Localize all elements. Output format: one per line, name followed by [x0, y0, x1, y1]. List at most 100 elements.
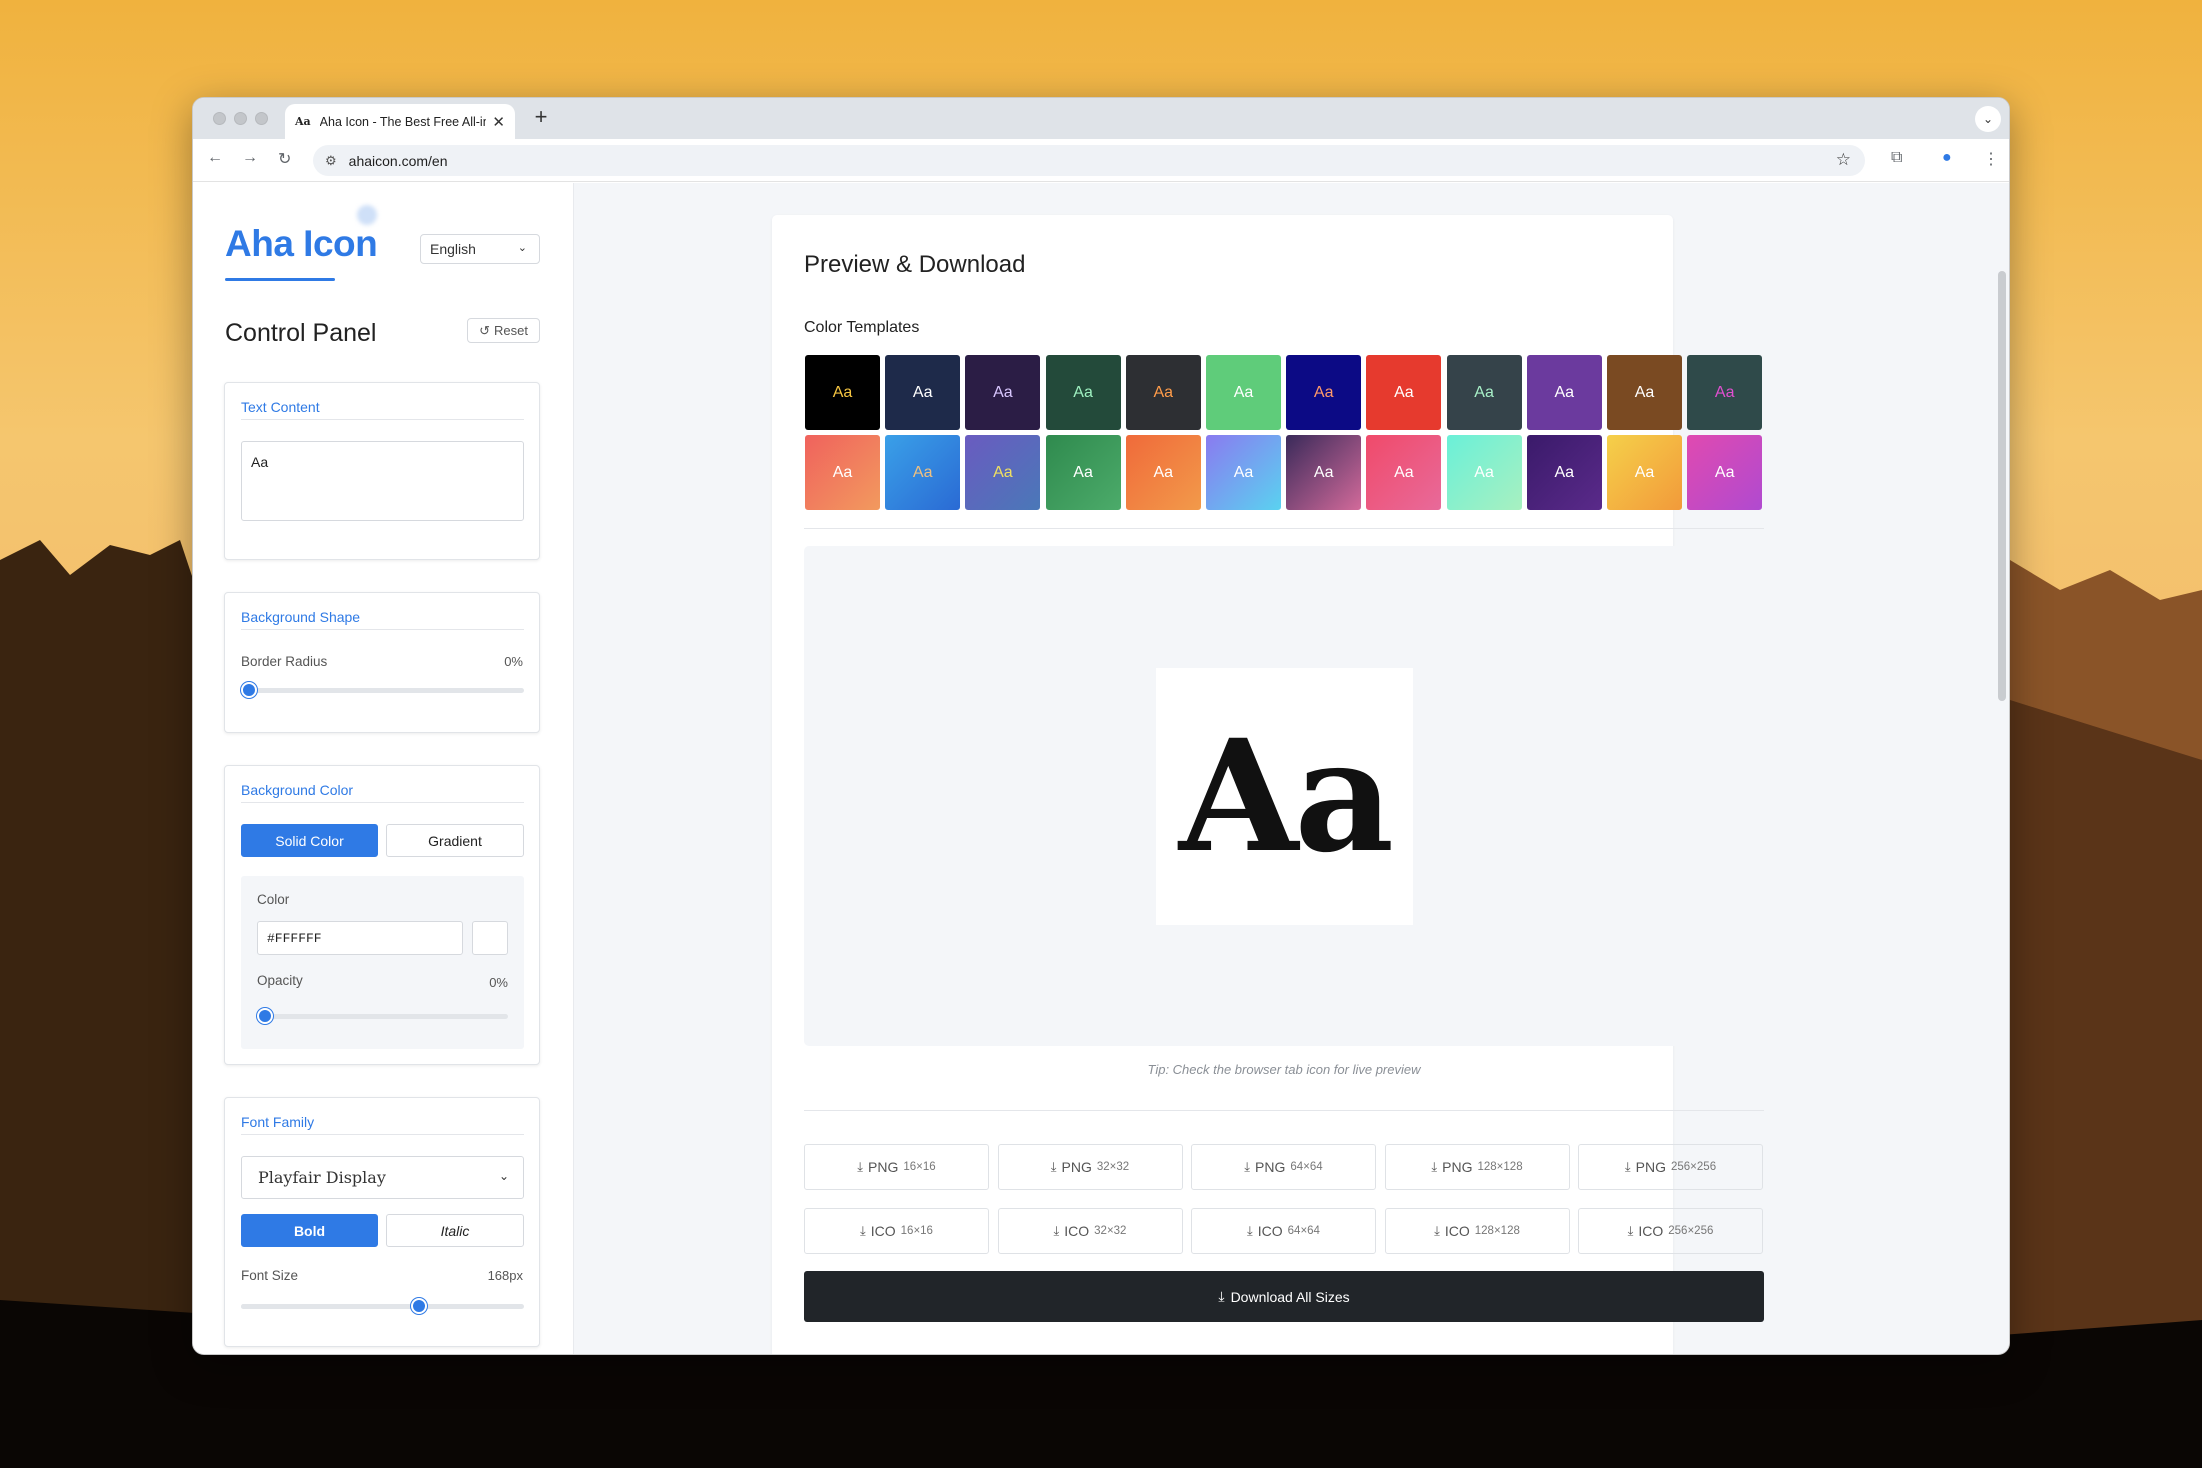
- color-template-tile[interactable]: Aa: [1366, 435, 1442, 510]
- format-label: ICO: [870, 1223, 896, 1239]
- size-label: 64×64: [1287, 1225, 1320, 1237]
- color-template-tile[interactable]: Aa: [1446, 435, 1522, 510]
- download-icon: ⤓: [857, 1159, 864, 1174]
- opacity-value: 0%: [489, 975, 508, 990]
- text-content-card: Text Content Aa: [224, 382, 540, 560]
- download-icon: ⤓: [1627, 1223, 1634, 1238]
- logo-decoration: [357, 205, 377, 225]
- back-arrow-icon[interactable]: ←: [207, 149, 223, 167]
- text-content-input[interactable]: Aa: [241, 441, 524, 521]
- reset-button[interactable]: ↺ Reset: [467, 318, 540, 343]
- color-template-tile[interactable]: Aa: [1526, 355, 1602, 430]
- ico-download-button[interactable]: ⤓ ICO 16×16: [804, 1208, 989, 1254]
- size-label: 64×64: [1290, 1161, 1323, 1173]
- window-controls: [213, 112, 268, 125]
- tab-search-chevron-icon[interactable]: ⌄: [1975, 106, 2001, 132]
- more-menu-icon[interactable]: ⋮: [1983, 149, 1999, 169]
- color-template-tile[interactable]: Aa: [1607, 355, 1682, 430]
- color-template-tile[interactable]: Aa: [1687, 355, 1763, 430]
- size-label: 32×32: [1096, 1161, 1130, 1173]
- ico-download-button[interactable]: ⤓ ICO 32×32: [997, 1208, 1183, 1254]
- png-download-button[interactable]: ⤓ PNG 128×128: [1384, 1144, 1570, 1190]
- color-swatch[interactable]: [472, 921, 508, 955]
- png-download-button[interactable]: ⤓ PNG 256×256: [1578, 1144, 1763, 1190]
- font-family-select[interactable]: Playfair Display ⌄: [241, 1156, 524, 1199]
- download-icon: ⤓: [1050, 1159, 1057, 1174]
- size-label: 128×128: [1474, 1225, 1520, 1237]
- gradient-button[interactable]: Gradient: [386, 824, 524, 857]
- font-size-slider[interactable]: [241, 1298, 524, 1314]
- color-template-tile[interactable]: Aa: [885, 355, 961, 430]
- site-info-icon[interactable]: ⚙: [325, 153, 337, 169]
- bookmark-star-icon[interactable]: ☆: [1836, 150, 1851, 170]
- download-icon: ⤓: [1431, 1159, 1438, 1174]
- ico-download-button[interactable]: ⤓ ICO 64×64: [1191, 1208, 1376, 1254]
- italic-button[interactable]: Italic: [386, 1214, 524, 1247]
- size-label: 128×128: [1477, 1161, 1523, 1173]
- download-all-button[interactable]: ⤓ Download All Sizes: [804, 1271, 1764, 1322]
- ico-download-button[interactable]: ⤓ ICO 128×128: [1384, 1208, 1570, 1254]
- color-template-tile[interactable]: Aa: [965, 355, 1041, 430]
- color-template-tile[interactable]: Aa: [1125, 355, 1201, 430]
- png-download-button[interactable]: ⤓ PNG 64×64: [1191, 1144, 1376, 1190]
- download-all-label: Download All Sizes: [1230, 1288, 1350, 1305]
- scrollbar[interactable]: [1998, 271, 2006, 701]
- opacity-label: Opacity: [257, 973, 303, 988]
- reload-icon[interactable]: ↻: [278, 149, 291, 169]
- format-label: ICO: [1444, 1223, 1470, 1239]
- slider-thumb[interactable]: [411, 1298, 428, 1314]
- font-size-label: Font Size: [241, 1268, 299, 1283]
- site-logo[interactable]: Aha Icon: [225, 223, 378, 265]
- color-template-tile[interactable]: Aa: [1045, 435, 1121, 510]
- slider-thumb[interactable]: [241, 682, 257, 698]
- extensions-icon[interactable]: ⧉: [1891, 149, 1902, 167]
- card-title: Text Content: [241, 399, 524, 420]
- color-template-tile[interactable]: Aa: [1045, 355, 1121, 430]
- bold-button[interactable]: Bold: [241, 1214, 378, 1247]
- border-radius-slider[interactable]: [241, 682, 524, 698]
- size-label: 16×16: [903, 1161, 936, 1173]
- chevron-down-icon: ⌄: [498, 1169, 509, 1183]
- color-template-tile[interactable]: Aa: [1526, 435, 1602, 510]
- color-template-tile[interactable]: Aa: [805, 435, 880, 510]
- color-template-tile[interactable]: Aa: [965, 435, 1041, 510]
- browser-tab[interactable]: Aa Aha Icon - The Best Free All-in-One I…: [285, 104, 515, 139]
- logo-underline: [225, 278, 335, 281]
- address-bar-row: ← → ↻ ⚙ ahaicon.com/en ☆ ⧉ ● ⋮: [193, 139, 2009, 182]
- ico-download-button[interactable]: ⤓ ICO 256×256: [1578, 1208, 1763, 1254]
- color-template-tile[interactable]: Aa: [1687, 435, 1763, 510]
- solid-color-button[interactable]: Solid Color: [241, 824, 378, 857]
- color-template-tile[interactable]: Aa: [1366, 355, 1442, 430]
- tab-title: Aha Icon - The Best Free All-in-One Icon…: [319, 114, 487, 129]
- png-download-button[interactable]: ⤓ PNG 16×16: [804, 1144, 989, 1190]
- color-template-tile[interactable]: Aa: [1206, 355, 1281, 430]
- close-window-button[interactable]: [213, 112, 226, 125]
- forward-arrow-icon[interactable]: →: [242, 149, 258, 167]
- color-template-tile[interactable]: Aa: [1607, 435, 1682, 510]
- color-template-tile[interactable]: Aa: [1206, 435, 1281, 510]
- url-field[interactable]: ⚙ ahaicon.com/en ☆: [313, 145, 1865, 176]
- color-template-tile[interactable]: Aa: [885, 435, 961, 510]
- language-select[interactable]: English ⌄: [420, 234, 540, 264]
- color-template-tile[interactable]: Aa: [805, 355, 880, 430]
- new-tab-button[interactable]: +: [527, 104, 555, 132]
- color-template-tile[interactable]: Aa: [1125, 435, 1201, 510]
- card-title: Background Shape: [241, 609, 524, 630]
- card-title: Background Color: [241, 782, 524, 803]
- color-template-tile[interactable]: Aa: [1446, 355, 1522, 430]
- color-hex-input[interactable]: #FFFFFF: [257, 921, 463, 955]
- download-icon: ⤓: [1244, 1159, 1251, 1174]
- download-icon: ⤓: [1624, 1159, 1631, 1174]
- minimize-window-button[interactable]: [234, 112, 247, 125]
- tab-close-icon[interactable]: ✕: [492, 113, 505, 131]
- color-template-tile[interactable]: Aa: [1286, 355, 1362, 430]
- color-template-tile[interactable]: Aa: [1286, 435, 1362, 510]
- format-label: PNG: [1061, 1159, 1092, 1175]
- slider-thumb[interactable]: [257, 1008, 273, 1024]
- download-icon: ⤓: [1218, 1288, 1225, 1304]
- profile-avatar-icon[interactable]: ●: [1942, 149, 1952, 167]
- control-panel-title: Control Panel: [225, 319, 377, 347]
- maximize-window-button[interactable]: [255, 112, 268, 125]
- png-download-button[interactable]: ⤓ PNG 32×32: [997, 1144, 1183, 1190]
- opacity-slider[interactable]: [257, 1008, 508, 1024]
